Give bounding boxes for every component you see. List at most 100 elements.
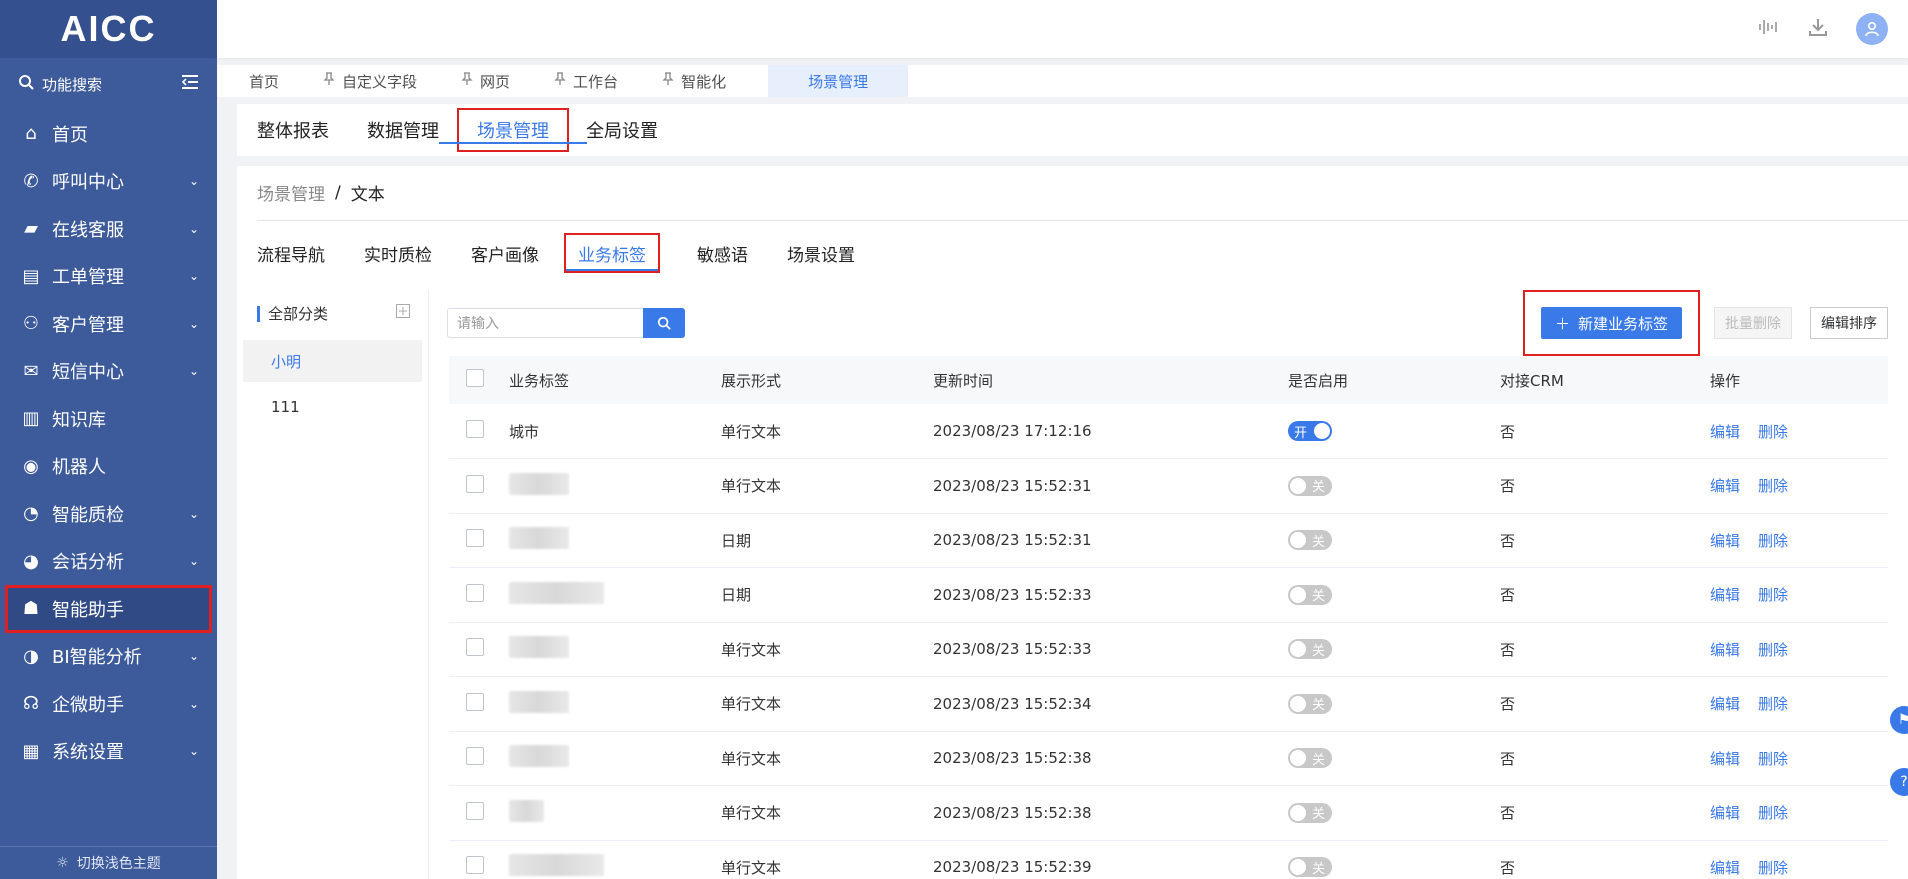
chevron-down-icon: ⌄ xyxy=(188,221,199,236)
sidebar-item[interactable]: ⌂ 首页 xyxy=(0,110,217,158)
delete-link[interactable]: 删除 xyxy=(1758,532,1788,550)
new-business-tag-button[interactable]: ＋ 新建业务标签 xyxy=(1540,307,1682,339)
redacted-tag-name xyxy=(509,690,569,713)
page-tab[interactable]: 首页 xyxy=(227,65,301,97)
select-all-checkbox[interactable] xyxy=(466,369,484,387)
sidebar-item-label: 在线客服 xyxy=(52,219,124,241)
edit-link[interactable]: 编辑 xyxy=(1710,804,1740,822)
delete-link[interactable]: 删除 xyxy=(1758,750,1788,768)
sub-tab[interactable]: 业务标签 xyxy=(564,233,660,273)
sidebar-item[interactable]: ▰ 在线客服 ⌄ xyxy=(0,205,217,253)
sidebar-item[interactable]: ✉ 短信中心 ⌄ xyxy=(0,348,217,396)
sub-tab[interactable]: 敏感语 xyxy=(697,230,748,276)
page-tab[interactable]: 自定义字段 xyxy=(301,65,439,97)
sidebar-item[interactable]: ◔ 智能质检 ⌄ xyxy=(0,490,217,538)
edit-sort-button[interactable]: 编辑排序 xyxy=(1810,307,1888,339)
page-tab[interactable]: 智能化 xyxy=(640,65,748,97)
page-tab[interactable]: 场景管理 xyxy=(768,65,909,97)
edit-link[interactable]: 编辑 xyxy=(1710,641,1740,659)
batch-delete-button[interactable]: 批量删除 xyxy=(1714,307,1792,339)
module-tab[interactable]: 全局设置 xyxy=(586,104,677,156)
enable-toggle[interactable]: 关 xyxy=(1288,475,1332,496)
enable-toggle[interactable]: 关 xyxy=(1288,584,1332,605)
sidebar-item[interactable]: ◑ BI智能分析 ⌄ xyxy=(0,633,217,681)
audio-wave-icon[interactable] xyxy=(1758,18,1780,40)
row-checkbox[interactable] xyxy=(466,474,484,493)
category-item[interactable]: 小明 xyxy=(243,340,422,382)
pin-icon[interactable] xyxy=(461,72,473,90)
sidebar-item-label: 系统设置 xyxy=(52,742,124,764)
delete-link[interactable]: 删除 xyxy=(1758,804,1788,822)
add-category-icon[interactable] xyxy=(396,304,410,322)
row-checkbox[interactable] xyxy=(466,692,484,711)
category-title[interactable]: 全部分类 xyxy=(268,305,328,323)
edit-link[interactable]: 编辑 xyxy=(1710,423,1740,441)
sidebar-item[interactable]: ◕ 会话分析 ⌄ xyxy=(0,538,217,586)
pin-icon[interactable] xyxy=(554,72,566,90)
edit-link[interactable]: 编辑 xyxy=(1710,750,1740,768)
row-checkbox[interactable] xyxy=(466,529,484,548)
row-checkbox[interactable] xyxy=(466,856,484,875)
sidebar-item[interactable]: ⚇ 客户管理 ⌄ xyxy=(0,300,217,348)
sidebar-item[interactable]: ▦ 系统设置 ⌄ xyxy=(0,728,217,776)
row-checkbox[interactable] xyxy=(466,747,484,766)
delete-link[interactable]: 删除 xyxy=(1758,423,1788,441)
delete-link[interactable]: 删除 xyxy=(1758,695,1788,713)
delete-link[interactable]: 删除 xyxy=(1758,859,1788,877)
module-tab[interactable]: 整体报表 xyxy=(257,104,348,156)
user-avatar[interactable] xyxy=(1856,13,1888,45)
enable-toggle[interactable]: 关 xyxy=(1288,530,1332,551)
sidebar-item[interactable]: ▥ 知识库 xyxy=(0,395,217,443)
sidebar-item[interactable]: ◉ 机器人 xyxy=(0,443,217,491)
edit-link[interactable]: 编辑 xyxy=(1710,586,1740,604)
module-tab[interactable]: 数据管理 xyxy=(367,104,458,156)
category-item[interactable]: 111 xyxy=(243,386,422,428)
module-tab[interactable]: 场景管理 xyxy=(439,108,587,152)
sub-tab[interactable]: 客户画像 xyxy=(471,230,539,276)
sidebar-item[interactable]: ☗ 智能助手 xyxy=(5,585,212,633)
enable-toggle[interactable]: 关 xyxy=(1288,693,1332,714)
enable-toggle[interactable]: 关 xyxy=(1288,639,1332,660)
edit-link[interactable]: 编辑 xyxy=(1710,532,1740,550)
redacted-tag-name xyxy=(509,745,569,768)
row-checkbox[interactable] xyxy=(466,583,484,602)
row-checkbox[interactable] xyxy=(466,420,484,438)
sub-tab[interactable]: 流程导航 xyxy=(257,230,325,276)
sidebar-item[interactable]: ✆ 呼叫中心 ⌄ xyxy=(0,158,217,206)
edit-link[interactable]: 编辑 xyxy=(1710,695,1740,713)
sub-tab[interactable]: 实时质检 xyxy=(364,230,432,276)
table-row: 城市 单行文本 2023/08/23 17:12:16 开 否 编辑 删除 xyxy=(449,404,1888,459)
page-tab[interactable]: 工作台 xyxy=(532,65,640,97)
download-icon[interactable] xyxy=(1808,17,1828,41)
edit-link[interactable]: 编辑 xyxy=(1710,477,1740,495)
row-checkbox[interactable] xyxy=(466,801,484,820)
enable-toggle[interactable]: 关 xyxy=(1288,748,1332,769)
enable-toggle[interactable]: 关 xyxy=(1288,802,1332,823)
sidebar-item[interactable]: ☊ 企微助手 ⌄ xyxy=(0,680,217,728)
function-search[interactable]: 功能搜索 xyxy=(0,58,217,110)
category-bar-marker xyxy=(257,306,260,322)
pin-icon[interactable] xyxy=(662,72,674,90)
delete-link[interactable]: 删除 xyxy=(1758,586,1788,604)
chevron-down-icon: ⌄ xyxy=(188,316,199,331)
delete-link[interactable]: 删除 xyxy=(1758,641,1788,659)
sidebar-item[interactable]: ▤ 工单管理 ⌄ xyxy=(0,253,217,301)
theme-switch-label: 切换浅色主题 xyxy=(76,856,161,872)
sub-tab[interactable]: 场景设置 xyxy=(787,230,855,276)
page-tab[interactable]: 网页 xyxy=(439,65,532,97)
collapse-menu-icon[interactable] xyxy=(181,74,199,94)
search-button[interactable] xyxy=(643,308,685,338)
pin-icon[interactable] xyxy=(323,72,335,90)
breadcrumb-parent[interactable]: 场景管理 xyxy=(257,180,325,205)
enable-toggle[interactable]: 开 xyxy=(1288,421,1332,441)
tag-search-input[interactable]: 请输入 xyxy=(447,308,643,338)
theme-switch[interactable]: ☼ 切换浅色主题 xyxy=(0,846,217,879)
tag-name-cell xyxy=(509,459,721,514)
delete-link[interactable]: 删除 xyxy=(1758,477,1788,495)
row-checkbox[interactable] xyxy=(466,638,484,657)
edit-link[interactable]: 编辑 xyxy=(1710,859,1740,877)
redacted-tag-name xyxy=(509,527,569,550)
chevron-down-icon: ⌄ xyxy=(188,554,199,569)
table-area: 请输入 ＋ 新建业务标签 批量删除 编辑排序 业务标签 展示形式 更新时间 是否… xyxy=(429,290,1908,879)
enable-toggle[interactable]: 关 xyxy=(1288,857,1332,878)
